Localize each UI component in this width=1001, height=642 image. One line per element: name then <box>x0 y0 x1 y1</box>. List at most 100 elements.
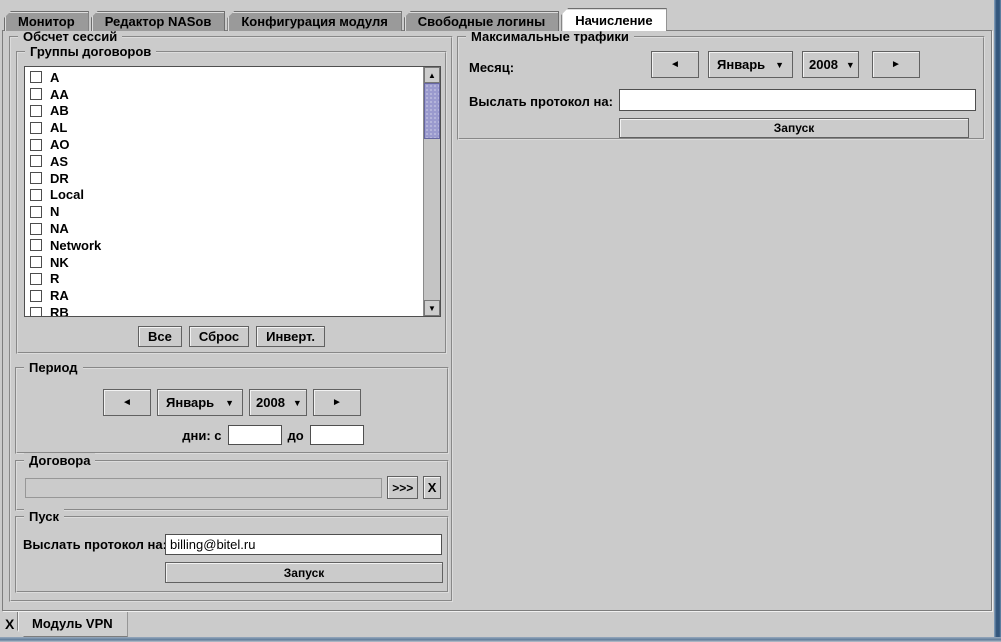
tab-monitor[interactable]: Монитор <box>4 11 89 31</box>
launch-group: Пуск Выслать протокол на: Запуск <box>15 516 449 593</box>
tab-content-pane: Обсчет сессий Группы договоров A AA AB A… <box>2 30 992 611</box>
close-module-button[interactable]: X <box>5 616 14 632</box>
tab-free-logins[interactable]: Свободные логины <box>404 11 559 31</box>
window-border-right <box>994 0 1001 642</box>
max-traffic-title: Максимальные трафики <box>466 29 634 44</box>
list-item-label: AB <box>50 103 69 118</box>
period-group: Период ◄ Январь ▼ 2008 ▼ ► <box>15 367 449 454</box>
email-input[interactable] <box>165 534 442 555</box>
vertical-scrollbar[interactable]: ▲ ▼ <box>423 67 440 316</box>
list-item[interactable]: RB <box>25 304 423 316</box>
list-item[interactable]: A <box>25 69 423 86</box>
invert-button[interactable]: Инверт. <box>256 326 325 347</box>
chevron-down-icon: ▼ <box>225 398 234 408</box>
day-to-input[interactable] <box>310 425 364 445</box>
scroll-up-button[interactable]: ▲ <box>424 67 440 83</box>
app-window: Монитор Редактор NASов Конфигурация моду… <box>0 0 1001 642</box>
contract-groups-list[interactable]: A AA AB AL AO AS DR Local N NA Network <box>24 66 441 317</box>
list-item[interactable]: R <box>25 271 423 288</box>
checkbox[interactable] <box>30 273 42 285</box>
days-from-label: дни: с <box>182 428 221 443</box>
scroll-down-button[interactable]: ▼ <box>424 300 440 316</box>
prev-month-button[interactable]: ◄ <box>103 389 151 416</box>
year-select[interactable]: 2008 ▼ <box>802 51 859 78</box>
list-item[interactable]: NA <box>25 220 423 237</box>
tab-module-config[interactable]: Конфигурация модуля <box>227 11 401 31</box>
session-calc-group: Обсчет сессий Группы договоров A AA AB A… <box>9 36 453 602</box>
tab-accrual[interactable]: Начисление <box>561 8 666 31</box>
email-input[interactable] <box>619 89 976 111</box>
year-value: 2008 <box>809 57 838 72</box>
checkbox[interactable] <box>30 223 42 235</box>
reset-button[interactable]: Сброс <box>189 326 249 347</box>
month-select[interactable]: Январь ▼ <box>157 389 243 416</box>
checkbox[interactable] <box>30 88 42 100</box>
list-item-label: AL <box>50 120 67 135</box>
checkbox[interactable] <box>30 155 42 167</box>
list-item-label: Network <box>50 238 101 253</box>
clear-contracts-button[interactable]: X <box>423 476 441 499</box>
checkbox[interactable] <box>30 122 42 134</box>
list-item-label: N <box>50 204 59 219</box>
checkbox[interactable] <box>30 189 42 201</box>
list-item[interactable]: AB <box>25 103 423 120</box>
select-all-button[interactable]: Все <box>138 326 182 347</box>
traffic-month-row: ◄ Январь ▼ 2008 ▼ ► <box>651 51 920 78</box>
list-item-label: A <box>50 70 59 85</box>
checkbox[interactable] <box>30 206 42 218</box>
email-label: Выслать протокол на: <box>23 537 167 552</box>
list-item[interactable]: DR <box>25 170 423 187</box>
open-contracts-button[interactable]: >>> <box>387 476 418 499</box>
list-item-label: AO <box>50 137 70 152</box>
contracts-title: Договора <box>24 453 95 468</box>
right-arrow-icon: ► <box>891 59 901 70</box>
checkbox[interactable] <box>30 71 42 83</box>
list-item-label: AS <box>50 154 68 169</box>
list-item[interactable]: AL <box>25 119 423 136</box>
year-value: 2008 <box>256 395 285 410</box>
period-title: Период <box>24 360 83 375</box>
scrollbar-track[interactable] <box>424 139 440 300</box>
checkbox[interactable] <box>30 239 42 251</box>
checkbox[interactable] <box>30 139 42 151</box>
chevron-down-icon: ▼ <box>775 60 784 70</box>
list-item-label: DR <box>50 171 69 186</box>
list-item[interactable]: RA <box>25 287 423 304</box>
month-label: Месяц: <box>469 60 514 75</box>
list-item[interactable]: AS <box>25 153 423 170</box>
list-item-label: NA <box>50 221 69 236</box>
year-select[interactable]: 2008 ▼ <box>249 389 307 416</box>
list-item[interactable]: AO <box>25 136 423 153</box>
period-days-row: дни: с до <box>58 425 488 445</box>
max-traffic-group: Максимальные трафики Месяц: ◄ Январь ▼ 2… <box>457 36 985 140</box>
contracts-row: >>> X <box>25 476 441 499</box>
list-item[interactable]: N <box>25 203 423 220</box>
list-item-label: RA <box>50 288 69 303</box>
list-item[interactable]: NK <box>25 254 423 271</box>
scrollbar-thumb[interactable] <box>424 83 440 139</box>
list-item[interactable]: Network <box>25 237 423 254</box>
list-item[interactable]: Local <box>25 187 423 204</box>
days-to-label: до <box>288 428 304 443</box>
list-item-label: R <box>50 271 59 286</box>
run-button[interactable]: Запуск <box>619 118 969 138</box>
main-tab-bar: Монитор Редактор NASов Конфигурация моду… <box>4 8 667 31</box>
checkbox[interactable] <box>30 307 42 316</box>
chevron-down-icon: ▼ <box>846 60 855 70</box>
run-button[interactable]: Запуск <box>165 562 443 583</box>
list-item[interactable]: AA <box>25 86 423 103</box>
tab-module-vpn[interactable]: Модуль VPN <box>17 612 128 637</box>
next-month-button[interactable]: ► <box>872 51 920 78</box>
list-item-label: Local <box>50 187 84 202</box>
next-month-button[interactable]: ► <box>313 389 361 416</box>
prev-month-button[interactable]: ◄ <box>651 51 699 78</box>
checkbox[interactable] <box>30 290 42 302</box>
checkbox[interactable] <box>30 105 42 117</box>
period-month-row: ◄ Январь ▼ 2008 ▼ ► <box>17 389 447 416</box>
month-select[interactable]: Январь ▼ <box>708 51 793 78</box>
day-from-input[interactable] <box>228 425 282 445</box>
checkbox[interactable] <box>30 172 42 184</box>
tab-nas-editor[interactable]: Редактор NASов <box>91 11 226 31</box>
checkbox[interactable] <box>30 256 42 268</box>
scroll-down-icon: ▼ <box>428 304 436 313</box>
